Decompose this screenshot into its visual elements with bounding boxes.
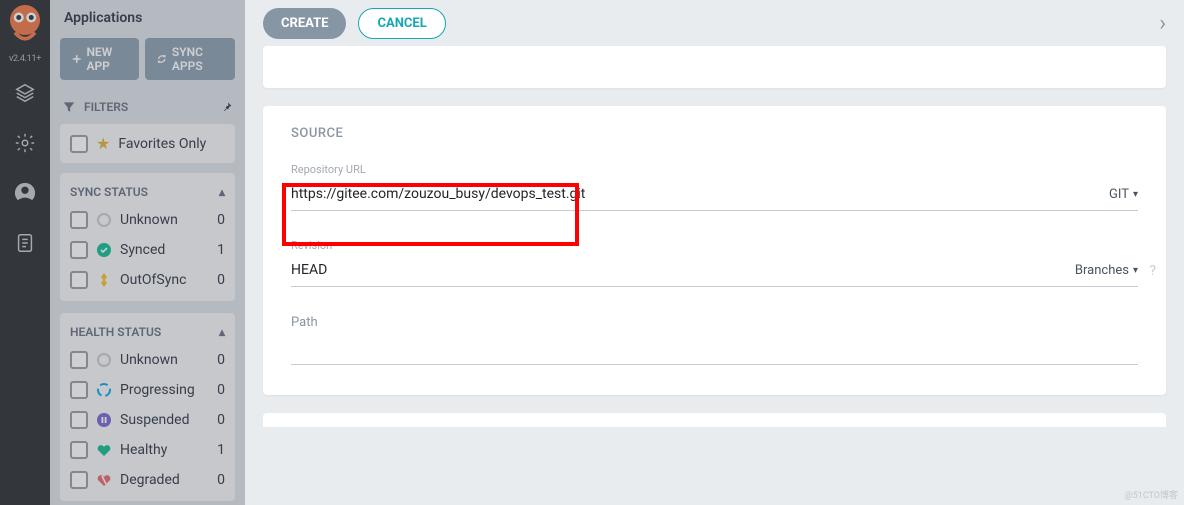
filter-count: 0 (217, 412, 225, 428)
pin-icon[interactable] (221, 101, 233, 113)
page-title: Applications (50, 0, 245, 34)
filter-count: 0 (217, 472, 225, 488)
panel-above (263, 46, 1166, 88)
filter-row-unknown[interactable]: Unknown 0 (60, 205, 235, 235)
sync-status-group: SYNC STATUS ▴ Unknown 0 Synced 1 OutOfSync 0 (60, 173, 235, 301)
chevron-up-icon[interactable]: ▴ (219, 185, 225, 199)
status-icon (96, 442, 112, 458)
argo-logo (0, 0, 50, 50)
icon-rail: v2.4.11+ (0, 0, 50, 505)
revision-field: Revision Branches ▾ ? (291, 239, 1138, 287)
cancel-button[interactable]: CANCEL (358, 8, 445, 39)
status-icon (96, 352, 112, 368)
filter-label: Healthy (120, 442, 167, 458)
help-icon[interactable]: ? (1149, 263, 1156, 279)
new-app-label: NEW APP (86, 45, 127, 73)
favorites-row[interactable]: ★ Favorites Only (60, 124, 235, 163)
favorites-checkbox[interactable] (70, 135, 88, 153)
panel-below (263, 413, 1166, 427)
filter-label: Synced (120, 242, 165, 258)
filter-row-degraded[interactable]: Degraded 0 (60, 465, 235, 495)
checkbox[interactable] (70, 241, 88, 259)
main-panel: CREATE CANCEL › SOURCE Repository URL GI… (245, 0, 1184, 505)
sync-apps-button[interactable]: SYNC APPS (145, 38, 235, 80)
status-icon (96, 382, 112, 398)
caret-down-icon: ▾ (1133, 189, 1138, 200)
favorites-label: Favorites Only (118, 136, 206, 152)
caret-down-icon: ▾ (1133, 265, 1138, 276)
sidebar: Applications NEW APP SYNC APPS FILTERS ★… (50, 0, 245, 505)
filter-row-healthy[interactable]: Healthy 1 (60, 435, 235, 465)
checkbox[interactable] (70, 411, 88, 429)
filter-icon (62, 100, 76, 114)
filter-count: 0 (217, 272, 225, 288)
checkbox[interactable] (70, 271, 88, 289)
filter-count: 1 (217, 242, 225, 258)
repo-url-label: Repository URL (291, 163, 1138, 176)
new-app-button[interactable]: NEW APP (60, 38, 139, 80)
path-label: Path (291, 315, 1138, 330)
source-panel: SOURCE Repository URL GIT ▾ Revision Bra… (263, 106, 1166, 395)
repo-url-input[interactable] (291, 182, 1089, 206)
filter-count: 1 (217, 442, 225, 458)
close-icon[interactable]: › (1159, 11, 1166, 36)
filter-label: Unknown (120, 212, 178, 228)
checkbox[interactable] (70, 381, 88, 399)
status-icon (96, 472, 112, 488)
gear-icon[interactable] (0, 118, 50, 168)
health-status-label: HEALTH STATUS (70, 325, 161, 339)
user-icon[interactable] (0, 168, 50, 218)
filter-count: 0 (217, 212, 225, 228)
topbar: CREATE CANCEL › (245, 0, 1184, 46)
checkbox[interactable] (70, 351, 88, 369)
layers-icon[interactable] (0, 68, 50, 118)
status-icon (96, 272, 112, 288)
chevron-up-icon[interactable]: ▴ (219, 325, 225, 339)
filter-row-progressing[interactable]: Progressing 0 (60, 375, 235, 405)
filter-row-suspended[interactable]: Suspended 0 (60, 405, 235, 435)
filters-label: FILTERS (84, 100, 128, 114)
source-title: SOURCE (291, 126, 1138, 141)
repo-type-label: GIT (1109, 187, 1129, 202)
filter-row-synced[interactable]: Synced 1 (60, 235, 235, 265)
create-button[interactable]: CREATE (263, 8, 346, 39)
filter-label: Degraded (120, 472, 180, 488)
filter-count: 0 (217, 382, 225, 398)
revision-type-label: Branches (1075, 263, 1129, 278)
filter-label: OutOfSync (120, 272, 186, 288)
path-input[interactable] (291, 336, 1138, 360)
repo-type-select[interactable]: GIT ▾ (1109, 187, 1138, 206)
path-field: Path (291, 315, 1138, 365)
filters-header: FILTERS (50, 90, 245, 124)
health-status-group: HEALTH STATUS ▴ Unknown0Progressing0Susp… (60, 313, 235, 501)
checkbox[interactable] (70, 471, 88, 489)
checkbox[interactable] (70, 441, 88, 459)
checkbox[interactable] (70, 211, 88, 229)
docs-icon[interactable] (0, 218, 50, 268)
revision-type-select[interactable]: Branches ▾ (1075, 263, 1138, 282)
star-icon: ★ (96, 134, 110, 153)
revision-input[interactable] (291, 258, 1055, 282)
filter-label: Unknown (120, 352, 178, 368)
filter-row-unknown[interactable]: Unknown 0 (60, 345, 235, 375)
repo-url-field: Repository URL GIT ▾ (291, 163, 1138, 211)
sync-apps-label: SYNC APPS (172, 45, 223, 73)
watermark: @51CTO博客 (1125, 488, 1178, 501)
revision-label: Revision (291, 239, 1138, 252)
version-label: v2.4.11+ (7, 50, 43, 68)
status-icon (96, 212, 112, 228)
status-icon (96, 412, 112, 428)
sync-status-label: SYNC STATUS (70, 185, 148, 199)
filter-label: Progressing (120, 382, 195, 398)
filter-count: 0 (217, 352, 225, 368)
filter-row-outofsync[interactable]: OutOfSync 0 (60, 265, 235, 295)
status-icon (96, 242, 112, 258)
filter-label: Suspended (120, 412, 190, 428)
